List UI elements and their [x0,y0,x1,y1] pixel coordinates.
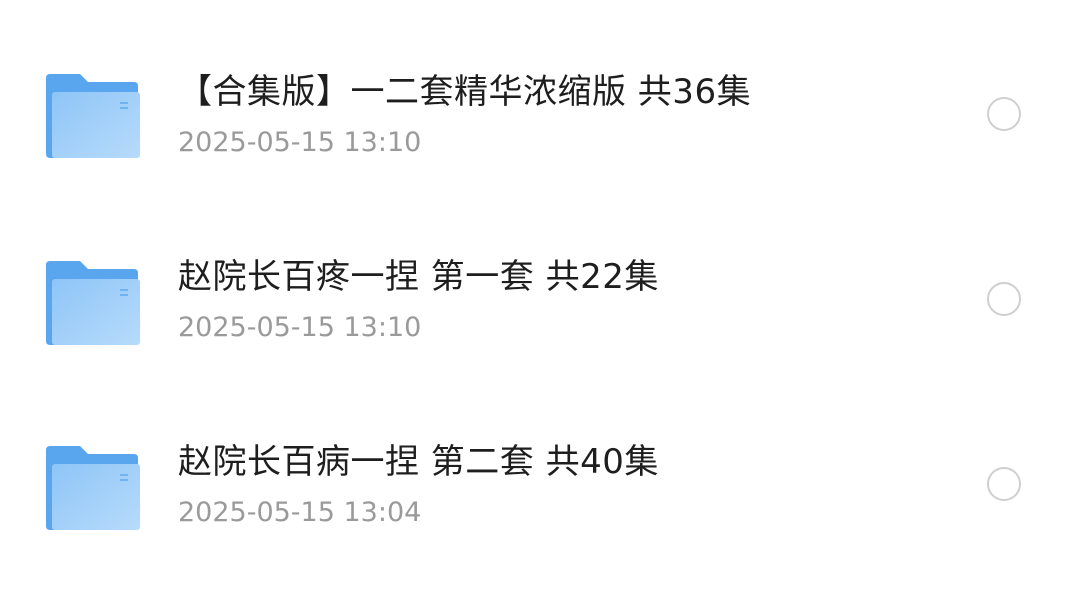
file-date: 2025-05-15 13:10 [178,127,422,158]
file-name: 【合集版】一二套精华浓缩版 共36集 [178,72,752,112]
file-name: 赵院长百疼一捏 第一套 共22集 [178,257,659,297]
select-checkbox[interactable] [987,97,1021,131]
file-name: 赵院长百病一捏 第二套 共40集 [178,442,659,482]
folder-icon [46,444,140,530]
file-date: 2025-05-15 13:04 [178,497,422,528]
select-checkbox[interactable] [987,467,1021,501]
folder-icon [46,259,140,345]
file-row[interactable]: 赵院长百疼一捏 第一套 共22集 2025-05-15 13:10 [0,185,1080,370]
file-list: 【合集版】一二套精华浓缩版 共36集 2025-05-15 13:10 赵院长百… [0,0,1080,590]
file-date: 2025-05-15 13:10 [178,312,422,343]
select-checkbox[interactable] [987,282,1021,316]
file-row[interactable]: 赵院长百病一捏 第二套 共40集 2025-05-15 13:04 [0,370,1080,555]
folder-icon [46,72,140,158]
file-row[interactable]: 【合集版】一二套精华浓缩版 共36集 2025-05-15 13:10 [0,0,1080,185]
